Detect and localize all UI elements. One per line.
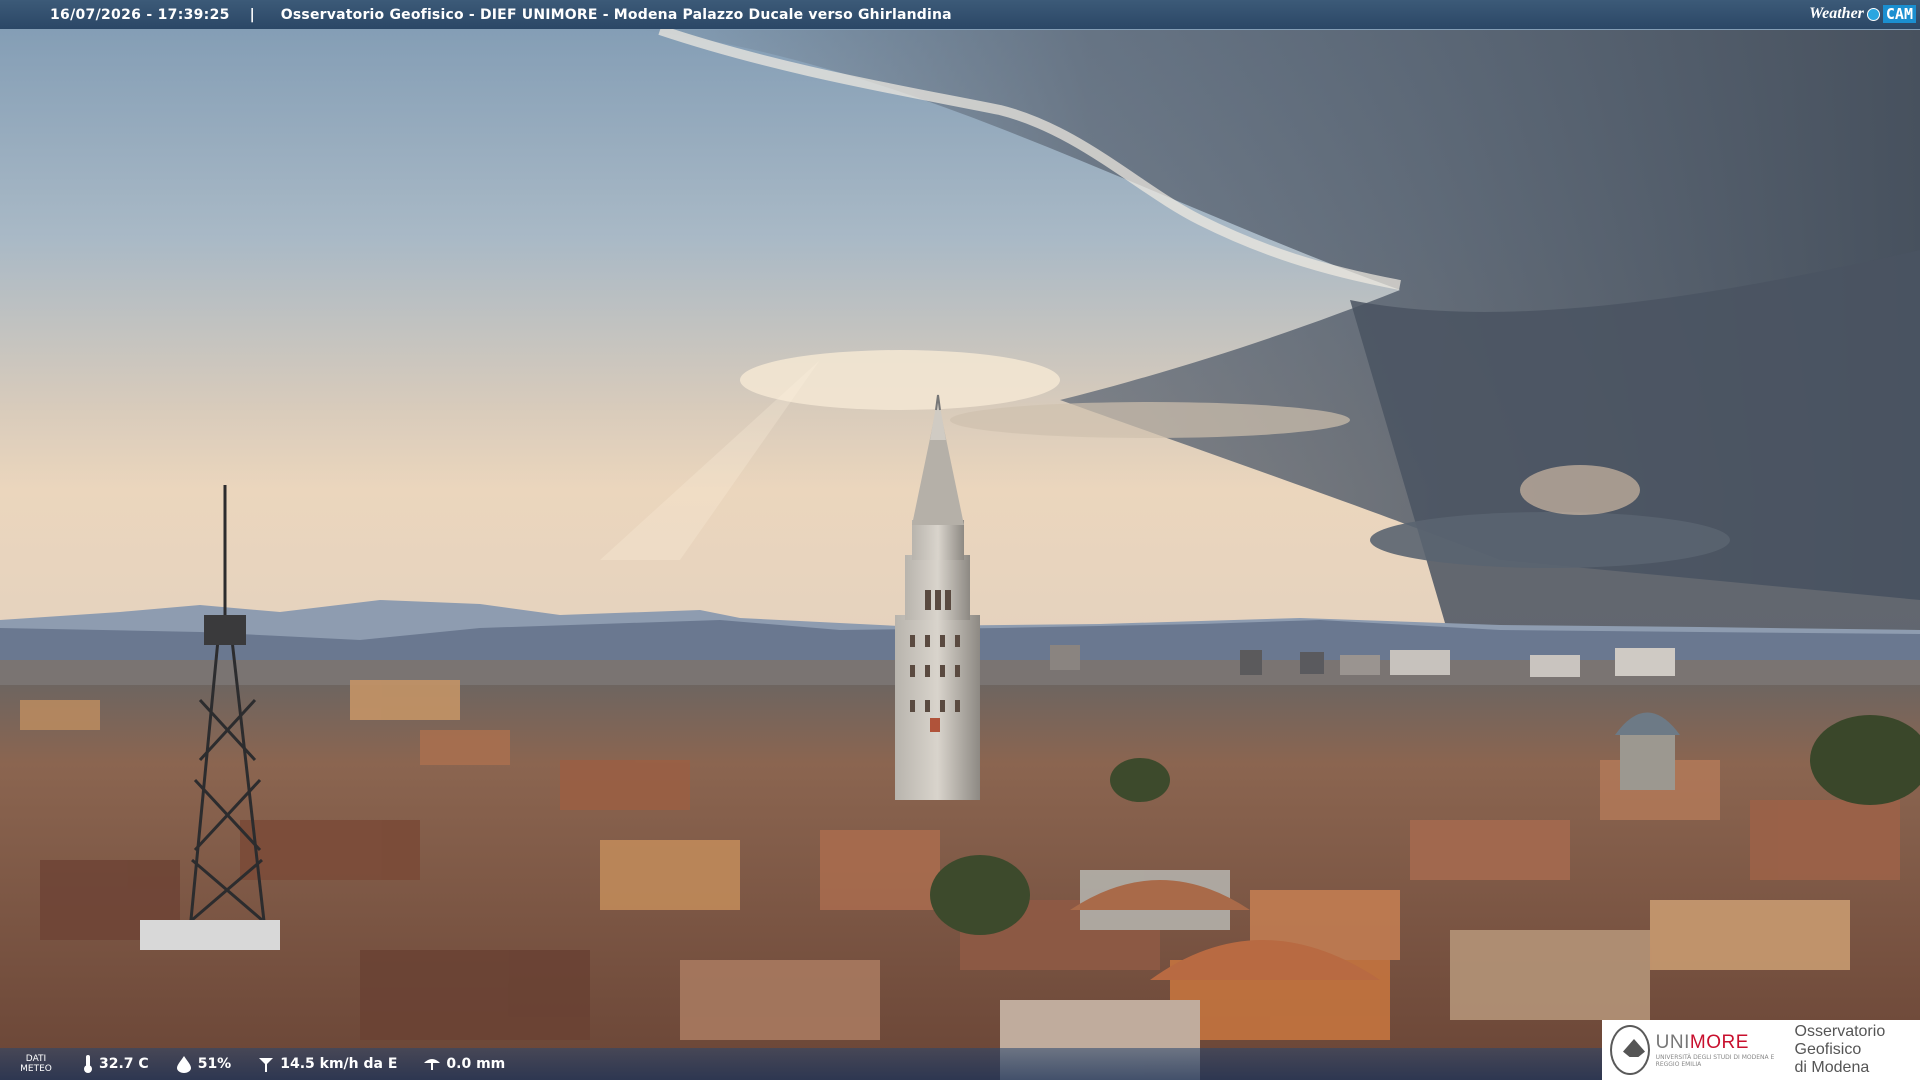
logo-weather-text: Weather: [1809, 5, 1864, 22]
wind-reading: 14.5 km/h da E: [257, 1055, 397, 1073]
humidity-icon: [176, 1056, 191, 1073]
caption-separator: |: [249, 6, 255, 23]
weather-label: DATI METEO: [20, 1054, 52, 1074]
wind-icon: [259, 1058, 274, 1072]
temperature-value: 32.7 C: [99, 1056, 149, 1072]
unimore-wordmark: UNIMORE: [1655, 1032, 1749, 1053]
thermometer-icon: [84, 1055, 92, 1073]
location-caption: Osservatorio Geofisico - DIEF UNIMORE - …: [280, 6, 952, 23]
humidity-value: 51%: [197, 1056, 232, 1072]
wind-value: 14.5 km/h da E: [280, 1056, 398, 1072]
timestamp: 16/07/2026 - 17:39:25: [50, 6, 230, 23]
logo-cam-text: CAM: [1882, 5, 1916, 23]
logo-globe-icon: [1866, 7, 1880, 21]
unimore-subtitle: UNIVERSITÀ DEGLI STUDI DI MODENA E REGGI…: [1655, 1054, 1775, 1068]
caption-bar: 16/07/2026 - 17:39:25 | Osservatorio Geo…: [0, 0, 1920, 29]
temperature-reading: 32.7 C: [82, 1054, 149, 1074]
rain-icon: [424, 1059, 441, 1070]
humidity-reading: 51%: [175, 1055, 232, 1073]
weathercam-logo: Weather CAM: [1809, 3, 1916, 25]
institution-logo: UNIMORE UNIVERSITÀ DEGLI STUDI DI MODENA…: [1602, 1020, 1920, 1080]
webcam-frame: 16/07/2026 - 17:39:25 | Osservatorio Geo…: [0, 0, 1920, 1080]
rain-value: 0.0 mm: [446, 1056, 506, 1072]
university-seal-icon: [1610, 1025, 1650, 1075]
webcam-image: [0, 0, 1920, 1080]
rain-reading: 0.0 mm: [423, 1055, 505, 1073]
unimore-brand: UNIMORE UNIVERSITÀ DEGLI STUDI DI MODENA…: [1656, 1032, 1785, 1068]
observatory-name: Osservatorio Geofisico di Modena: [1794, 1023, 1886, 1076]
